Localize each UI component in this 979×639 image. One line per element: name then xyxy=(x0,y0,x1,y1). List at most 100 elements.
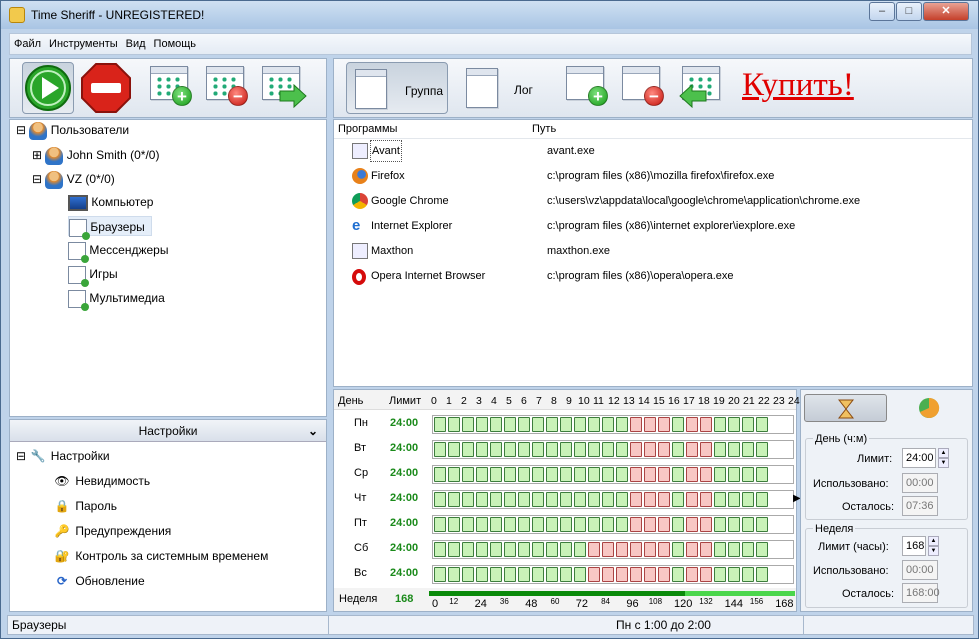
hour-cell-allowed[interactable] xyxy=(560,542,572,557)
hour-cell-allowed[interactable] xyxy=(448,517,460,532)
hour-cell-blocked[interactable] xyxy=(644,467,656,482)
collapse-chevron-icon[interactable]: ⌄ xyxy=(308,420,318,442)
hour-cell-blocked[interactable] xyxy=(630,417,642,432)
menu-tools[interactable]: Инструменты xyxy=(45,34,122,50)
hour-cell-allowed[interactable] xyxy=(574,442,586,457)
hour-cell-allowed[interactable] xyxy=(490,567,502,582)
hour-cell-allowed[interactable] xyxy=(742,542,754,557)
hour-cell-blocked[interactable] xyxy=(644,417,656,432)
hourglass-button[interactable] xyxy=(804,394,887,422)
hour-cell-allowed[interactable] xyxy=(504,567,516,582)
hour-cell-allowed[interactable] xyxy=(574,567,586,582)
hour-cell-allowed[interactable] xyxy=(504,467,516,482)
menu-view[interactable]: Вид xyxy=(122,34,150,50)
hour-cell-blocked[interactable] xyxy=(644,442,656,457)
settings-root[interactable]: ⊟ 🔧 Настройки xyxy=(16,446,110,466)
hour-cell-allowed[interactable] xyxy=(546,517,558,532)
hour-cell-allowed[interactable] xyxy=(714,417,726,432)
hour-cell-allowed[interactable] xyxy=(504,492,516,507)
hour-cell-allowed[interactable] xyxy=(714,442,726,457)
hour-cell-allowed[interactable] xyxy=(756,467,768,482)
hour-cell-allowed[interactable] xyxy=(546,567,558,582)
hour-cell-allowed[interactable] xyxy=(742,442,754,457)
day-limit[interactable]: 24:00 xyxy=(390,467,418,479)
hour-cell-blocked[interactable] xyxy=(700,467,712,482)
stop-button[interactable] xyxy=(80,62,132,114)
hour-cell-allowed[interactable] xyxy=(532,517,544,532)
hour-cell-allowed[interactable] xyxy=(476,442,488,457)
hour-cell-blocked[interactable] xyxy=(686,442,698,457)
hour-cell-allowed[interactable] xyxy=(672,517,684,532)
settings-warnings[interactable]: 🔑 Предупреждения xyxy=(52,521,172,541)
hour-cell-allowed[interactable] xyxy=(742,492,754,507)
settings-invisibility[interactable]: 👁 Невидимость xyxy=(52,471,150,491)
hour-cell-blocked[interactable] xyxy=(700,567,712,582)
remove-program-button[interactable]: − xyxy=(618,62,670,114)
hour-cell-allowed[interactable] xyxy=(756,442,768,457)
move-program-button[interactable] xyxy=(674,62,726,114)
hour-cell-allowed[interactable] xyxy=(532,442,544,457)
hour-cell-allowed[interactable] xyxy=(742,467,754,482)
hour-cell-allowed[interactable] xyxy=(574,467,586,482)
hour-cell-allowed[interactable] xyxy=(742,417,754,432)
move-group-button[interactable] xyxy=(258,62,310,114)
hour-cell-allowed[interactable] xyxy=(588,492,600,507)
week-limit-spinner[interactable]: ▲ ▼ xyxy=(928,536,939,556)
hour-cell-allowed[interactable] xyxy=(490,517,502,532)
hour-cell-allowed[interactable] xyxy=(490,492,502,507)
col-programs[interactable]: Программы xyxy=(338,120,397,138)
hour-cell-allowed[interactable] xyxy=(756,492,768,507)
settings-update[interactable]: ⟳ Обновление xyxy=(52,571,145,591)
hour-cell-blocked[interactable] xyxy=(658,442,670,457)
hour-cell-allowed[interactable] xyxy=(672,417,684,432)
hour-cell-allowed[interactable] xyxy=(756,567,768,582)
settings-time-control[interactable]: 🔐 Контроль за системным временем xyxy=(52,546,269,566)
close-button[interactable]: ✕ xyxy=(923,2,969,21)
add-group-button[interactable]: + xyxy=(146,62,198,114)
day-limit[interactable]: 24:00 xyxy=(390,517,418,529)
program-row-chrome[interactable]: Google Chrome c:\users\vz\appdata\local\… xyxy=(334,189,972,213)
hour-cell-allowed[interactable] xyxy=(518,542,530,557)
day-limit[interactable]: 24:00 xyxy=(390,567,418,579)
hour-cell-allowed[interactable] xyxy=(602,417,614,432)
hour-cell-allowed[interactable] xyxy=(532,417,544,432)
program-row-maxthon[interactable]: Maxthon maxthon.exe xyxy=(334,239,972,263)
hour-cell-blocked[interactable] xyxy=(686,542,698,557)
program-row-avant[interactable]: Avant avant.exe xyxy=(334,139,972,163)
hour-cell-allowed[interactable] xyxy=(518,517,530,532)
hour-cell-allowed[interactable] xyxy=(728,442,740,457)
hour-cell-allowed[interactable] xyxy=(728,542,740,557)
hour-cell-allowed[interactable] xyxy=(728,417,740,432)
day-limit[interactable]: 24:00 xyxy=(390,417,418,429)
hour-cell-allowed[interactable] xyxy=(616,517,628,532)
hour-cell-allowed[interactable] xyxy=(672,492,684,507)
hour-cell-allowed[interactable] xyxy=(448,542,460,557)
hour-cell-allowed[interactable] xyxy=(672,467,684,482)
hour-cell-allowed[interactable] xyxy=(742,517,754,532)
hour-cell-allowed[interactable] xyxy=(546,467,558,482)
tree-group-browsers[interactable]: Браузеры xyxy=(68,216,152,240)
hour-cell-allowed[interactable] xyxy=(434,417,446,432)
hour-cell-blocked[interactable] xyxy=(630,542,642,557)
tree-root[interactable]: ⊟ Пользователи xyxy=(16,120,129,140)
week-limit-input[interactable]: 168 xyxy=(902,536,926,556)
hour-cell-allowed[interactable] xyxy=(714,467,726,482)
hour-cell-allowed[interactable] xyxy=(504,517,516,532)
hour-cell-blocked[interactable] xyxy=(602,567,614,582)
hour-cell-allowed[interactable] xyxy=(476,417,488,432)
program-row-ie[interactable]: e Internet Explorer c:\program files (x8… xyxy=(334,214,972,238)
hour-cell-blocked[interactable] xyxy=(686,417,698,432)
hour-cell-allowed[interactable] xyxy=(602,517,614,532)
hour-cell-allowed[interactable] xyxy=(448,567,460,582)
hour-cell-allowed[interactable] xyxy=(434,542,446,557)
hour-cell-allowed[interactable] xyxy=(616,492,628,507)
hour-cell-blocked[interactable] xyxy=(658,517,670,532)
tree-group-messengers[interactable]: Мессенджеры xyxy=(68,240,168,263)
hour-cell-allowed[interactable] xyxy=(518,567,530,582)
hour-cell-allowed[interactable] xyxy=(434,567,446,582)
hour-cell-allowed[interactable] xyxy=(462,442,474,457)
tree-group-computer[interactable]: Компьютер xyxy=(68,192,153,212)
pie-clock-icon[interactable] xyxy=(917,396,941,420)
hour-cell-allowed[interactable] xyxy=(532,492,544,507)
hour-cell-blocked[interactable] xyxy=(644,567,656,582)
